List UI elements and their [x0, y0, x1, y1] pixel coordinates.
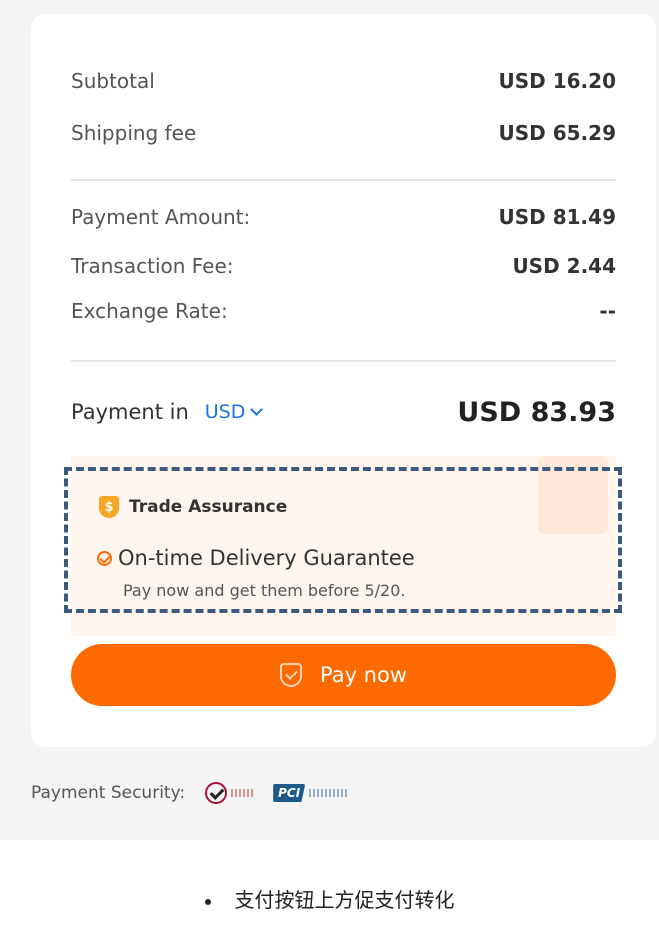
total-amount: USD 83.93: [457, 396, 616, 428]
subtotal-label: Subtotal: [71, 69, 155, 93]
shield-check-icon: [279, 663, 302, 687]
payment-in-row: Payment in USD USD 83.93: [71, 394, 616, 430]
divider: [71, 360, 616, 362]
pci-badge: PCI: [273, 784, 306, 802]
verified-checkmark-logo: [205, 782, 254, 804]
shipping-fee-label: Shipping fee: [71, 121, 197, 145]
shipping-fee-row: Shipping fee USD 65.29: [71, 118, 616, 148]
payment-security: Payment Security: PCI: [31, 782, 348, 804]
pci-logo-text: [309, 789, 348, 797]
exchange-rate-label: Exchange Rate:: [71, 299, 228, 323]
caption: 支付按钮上方促支付转化: [0, 884, 659, 913]
transaction-fee-label: Transaction Fee:: [71, 254, 234, 278]
transaction-fee-row: Transaction Fee: USD 2.44: [71, 251, 616, 281]
payment-amount-label: Payment Amount:: [71, 205, 251, 229]
transaction-fee-value: USD 2.44: [512, 254, 616, 278]
currency-dropdown[interactable]: USD: [204, 401, 264, 423]
currency-value: USD: [204, 401, 246, 423]
pay-now-button[interactable]: Pay now: [71, 644, 616, 706]
subtotal-row: Subtotal USD 16.20: [71, 66, 616, 96]
highlight-dashed-frame: [64, 467, 622, 613]
exchange-rate-value: --: [599, 299, 616, 323]
verified-logo-text: [231, 789, 254, 797]
payment-security-label: Payment Security:: [31, 783, 186, 803]
pci-logo: PCI: [273, 784, 348, 802]
payment-in-label: Payment in: [71, 400, 189, 424]
pay-now-label: Pay now: [319, 663, 408, 687]
checkmark-circle-icon: [205, 782, 228, 804]
payment-amount-value: USD 81.49: [498, 205, 616, 229]
subtotal-value: USD 16.20: [498, 69, 616, 93]
caption-text: 支付按钮上方促支付转化: [234, 888, 455, 912]
bullet-icon: [204, 898, 211, 905]
exchange-rate-row: Exchange Rate: --: [71, 296, 616, 326]
payment-in-group: Payment in USD: [71, 400, 264, 424]
divider: [71, 179, 616, 181]
shipping-fee-value: USD 65.29: [498, 121, 616, 145]
payment-amount-row: Payment Amount: USD 81.49: [71, 202, 616, 232]
chevron-down-icon: [250, 403, 264, 416]
order-summary-card: Subtotal USD 16.20 Shipping fee USD 65.2…: [31, 14, 656, 747]
